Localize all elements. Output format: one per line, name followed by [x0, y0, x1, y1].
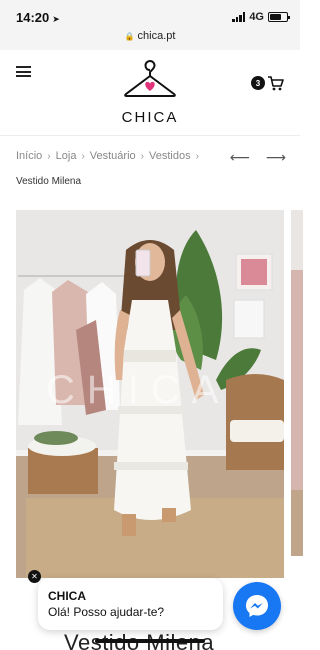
- cart-icon: [268, 76, 284, 91]
- lock-icon: 🔒: [124, 32, 135, 41]
- site-header: CHICA 3: [0, 50, 300, 136]
- breadcrumb-dresses[interactable]: Vestidos: [149, 150, 191, 162]
- image-watermark: CHICA: [46, 368, 231, 412]
- chat-message: Olá! Posso ajudar-te?: [48, 605, 165, 619]
- status-time: 14:20 ➤: [16, 10, 60, 25]
- url-bar[interactable]: 🔒 chica.pt: [0, 30, 300, 42]
- messenger-button[interactable]: [233, 582, 281, 630]
- signal-icon: [232, 12, 246, 22]
- chat-greeting-bubble[interactable]: CHICA Olá! Posso ajudar-te?: [38, 578, 223, 630]
- product-navigation: ⟵ ⟶: [230, 149, 286, 166]
- breadcrumb-separator: ›: [140, 150, 144, 162]
- network-type: 4G: [249, 11, 264, 23]
- breadcrumb-home[interactable]: Início: [16, 150, 42, 162]
- breadcrumb-separator: ›: [195, 150, 199, 162]
- logo-text: CHICA: [121, 109, 179, 126]
- battery-icon: [268, 12, 290, 22]
- cart-button[interactable]: 3: [251, 75, 284, 91]
- next-image-preview[interactable]: [291, 210, 303, 556]
- next-product-arrow-icon[interactable]: ⟶: [266, 149, 286, 166]
- breadcrumb-shop[interactable]: Loja: [56, 150, 77, 162]
- chat-close-icon[interactable]: ✕: [28, 570, 41, 583]
- home-indicator[interactable]: [95, 639, 205, 643]
- chat-sender-name: CHICA: [48, 589, 86, 603]
- hanger-heart-icon: [124, 59, 176, 97]
- breadcrumb-separator: ›: [47, 150, 51, 162]
- product-image[interactable]: CHICA: [16, 210, 284, 578]
- breadcrumb-separator: ›: [81, 150, 85, 162]
- messenger-icon: [246, 595, 268, 617]
- menu-icon[interactable]: [16, 66, 31, 77]
- status-indicators: 4G: [232, 11, 290, 23]
- status-bar: 14:20 ➤ 4G 🔒 chica.pt: [0, 0, 300, 50]
- breadcrumb: Início › Loja › Vestuário › Vestidos ›: [16, 150, 226, 162]
- location-arrow-icon: ➤: [52, 14, 60, 24]
- url-text: chica.pt: [137, 30, 176, 42]
- next-image-illustration: [291, 210, 303, 556]
- cart-count-badge: 3: [251, 76, 265, 90]
- breadcrumb-current: Vestido Milena: [16, 176, 82, 187]
- logo[interactable]: CHICA: [120, 58, 180, 126]
- status-time-text: 14:20: [16, 10, 50, 25]
- previous-product-arrow-icon[interactable]: ⟵: [230, 149, 250, 166]
- breadcrumb-clothing[interactable]: Vestuário: [90, 150, 136, 162]
